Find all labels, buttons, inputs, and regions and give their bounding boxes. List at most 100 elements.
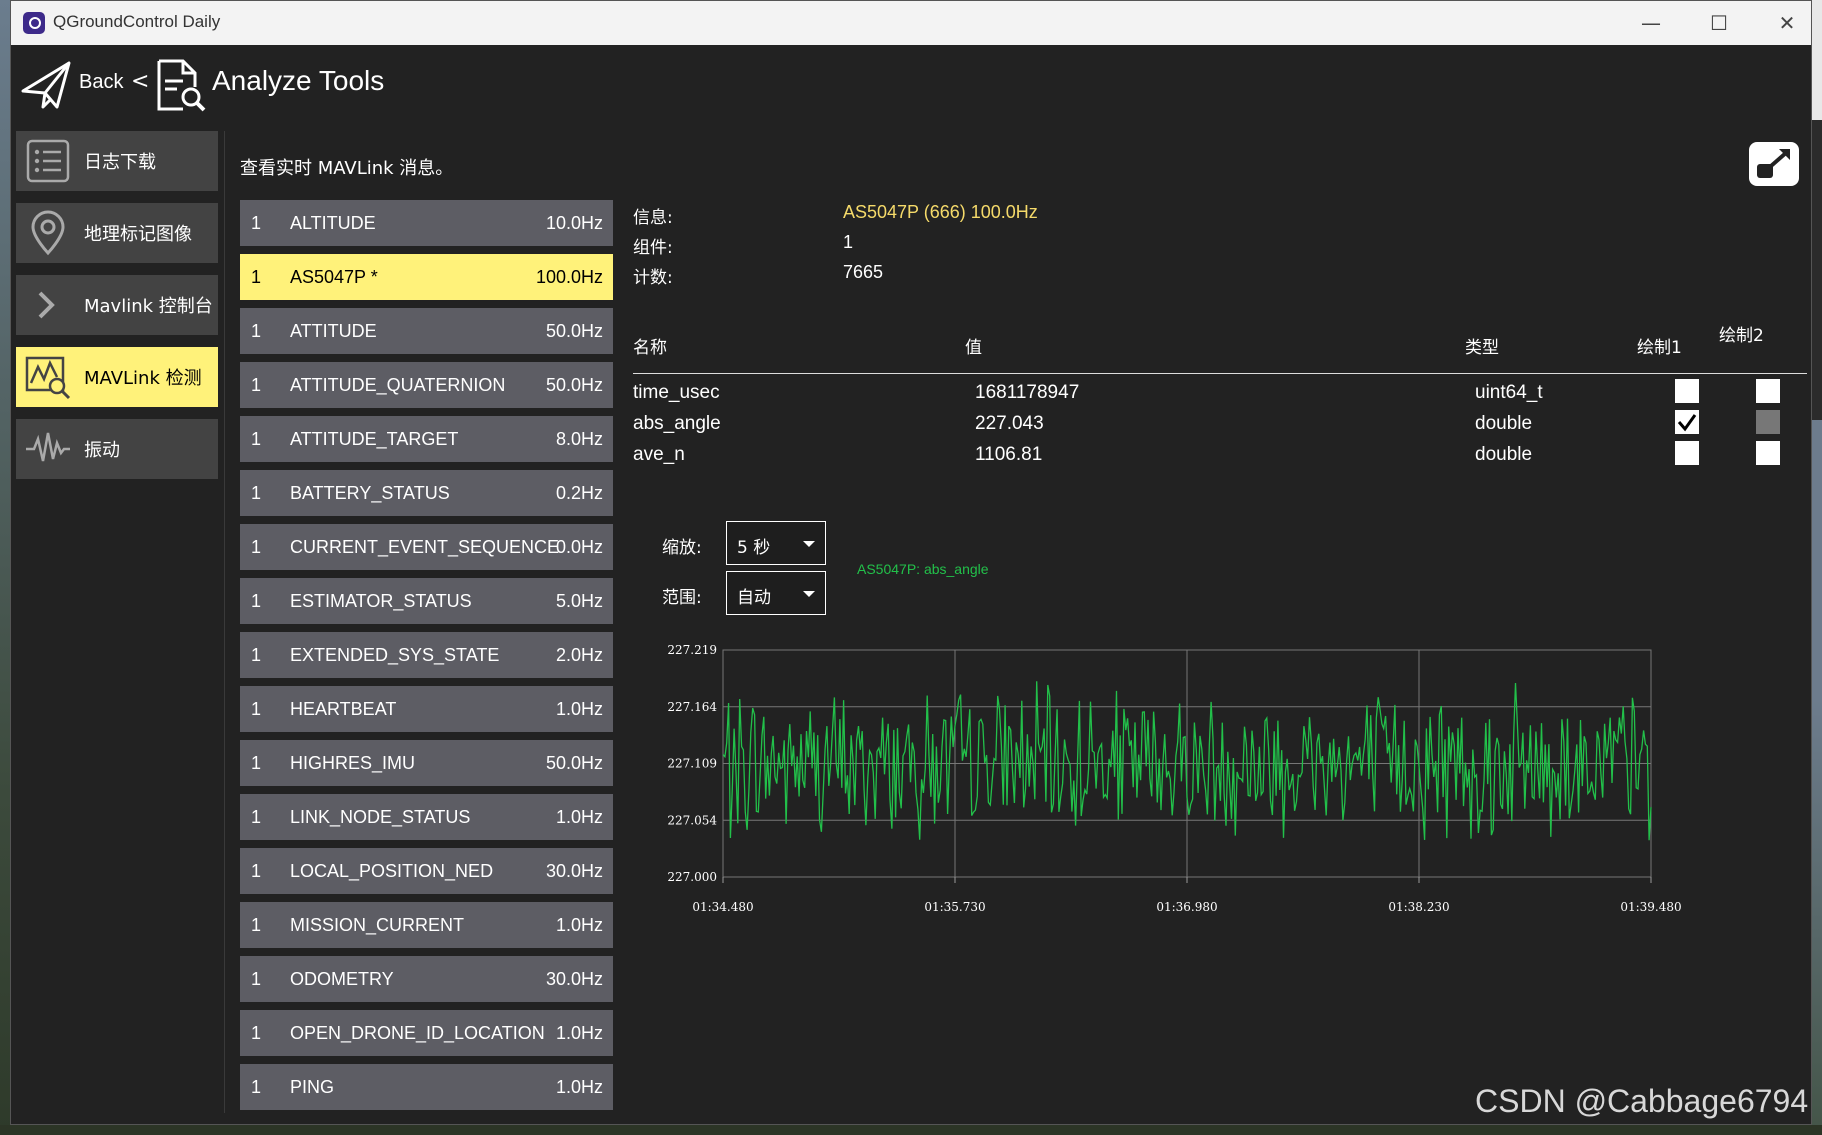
message-rate: 50.0Hz [545, 375, 603, 395]
field-value: 227.043 [975, 413, 1044, 434]
message-component: 1 [251, 591, 262, 611]
message-component: 1 [251, 807, 262, 827]
message-name: ATTITUDE [290, 321, 377, 341]
x-tick-label: 01:36.980 [1156, 900, 1217, 914]
x-tick-label: 01:35.730 [924, 900, 985, 914]
message-row[interactable]: 1 ESTIMATOR_STATUS 5.0Hz [240, 578, 613, 624]
sidebar-item-label: Mavlink 控制台 [84, 296, 213, 317]
range-select[interactable]: 自动 [726, 571, 826, 615]
y-tick-label: 227.109 [667, 757, 717, 771]
message-row[interactable]: 1 ATTITUDE_QUATERNION 50.0Hz [240, 362, 613, 408]
plot1-checkbox[interactable] [1675, 441, 1699, 465]
message-rate: 1.0Hz [555, 699, 603, 719]
message-row[interactable]: 1 ODOMETRY 30.0Hz [240, 956, 613, 1002]
message-row[interactable]: 1 BATTERY_STATUS 0.2Hz [240, 470, 613, 516]
message-row[interactable]: 1 OPEN_DRONE_ID_LOCATION 1.0Hz [240, 1010, 613, 1056]
message-component: 1 [251, 753, 262, 773]
desktop-background-right [1812, 0, 1822, 1135]
sidebar-item-mavlink-inspector[interactable]: MAVLink 检测 [16, 347, 218, 407]
qgc-app-icon [23, 12, 45, 34]
sidebar-item-log-download[interactable]: 日志下载 [16, 131, 218, 191]
message-name: LOCAL_POSITION_NED [290, 861, 494, 881]
field-value: 1106.81 [975, 444, 1043, 465]
y-tick-label: 227.164 [667, 700, 717, 714]
count-value: 7665 [843, 262, 884, 282]
y-tick-label: 227.054 [667, 813, 717, 827]
field-name: time_usec [633, 382, 720, 403]
range-select-value: 自动 [737, 588, 771, 608]
back-button[interactable]: Back [79, 71, 123, 94]
column-header-type: 类型 [1465, 338, 1499, 358]
map-pin-icon [31, 210, 65, 256]
plot2-checkbox[interactable] [1756, 379, 1780, 403]
message-name: AS5047P * [290, 267, 378, 287]
plot2-checkbox[interactable] [1756, 441, 1780, 465]
message-row[interactable]: 1 ATTITUDE_TARGET 8.0Hz [240, 416, 613, 462]
message-row[interactable]: 1 MISSION_CURRENT 1.0Hz [240, 902, 613, 948]
mavlink-plot: 227.219 227.164 227.109 227.054 227.000 01:34… [667, 643, 1681, 914]
message-name: OPEN_DRONE_ID_LOCATION [290, 1023, 545, 1043]
sidebar-item-mavlink-console[interactable]: Mavlink 控制台 [16, 275, 218, 335]
paper-plane-icon[interactable] [19, 57, 75, 113]
breadcrumb-separator: < [131, 69, 150, 94]
message-row[interactable]: 1 HIGHRES_IMU 50.0Hz [240, 740, 613, 786]
message-name: HEARTBEAT [290, 699, 397, 719]
message-name: BATTERY_STATUS [290, 483, 450, 503]
message-name: ESTIMATOR_STATUS [290, 591, 472, 611]
message-info-label: 信息: [633, 208, 673, 228]
message-component: 1 [251, 429, 262, 449]
message-row[interactable]: 1 EXTENDED_SYS_STATE 2.0Hz [240, 632, 613, 678]
message-component: 1 [251, 861, 262, 881]
message-row[interactable]: 1 PING 1.0Hz [240, 1064, 613, 1110]
sidebar-item-geotag[interactable]: 地理标记图像 [16, 203, 218, 263]
field-type: double [1475, 444, 1533, 465]
plot1-checkbox[interactable] [1675, 410, 1699, 434]
series-legend: AS5047P: abs_angle [857, 561, 989, 577]
minimize-button[interactable]: — [1621, 5, 1681, 41]
column-header-value: 值 [965, 338, 982, 358]
field-value: 1681178947 [975, 382, 1080, 403]
message-row[interactable]: 1 HEARTBEAT 1.0Hz [240, 686, 613, 732]
message-row[interactable]: 1 LOCAL_POSITION_NED 30.0Hz [240, 848, 613, 894]
message-rate: 1.0Hz [555, 1023, 603, 1043]
message-rate: 30.0Hz [545, 861, 603, 881]
count-label: 计数: [633, 268, 673, 288]
sidebar-item-label: 振动 [84, 440, 120, 461]
watermark-text: CSDN @Cabbage6794 [1475, 1083, 1809, 1119]
component-value: 1 [843, 232, 854, 252]
message-rate: 1.0Hz [555, 807, 603, 827]
message-row[interactable]: 1 LINK_NODE_STATUS 1.0Hz [240, 794, 613, 840]
message-row[interactable]: 1 CURRENT_EVENT_SEQUENCE 0.0Hz [240, 524, 613, 570]
maximize-button[interactable]: ☐ [1689, 5, 1749, 41]
y-tick-label: 227.219 [667, 643, 717, 657]
message-name: PING [290, 1077, 335, 1097]
analyze-document-icon [157, 59, 206, 112]
message-rate: 1.0Hz [555, 915, 603, 935]
message-component: 1 [251, 645, 262, 665]
message-row[interactable]: 1 AS5047P * 100.0Hz [240, 254, 613, 300]
sidebar-item-vibration[interactable]: 振动 [16, 419, 218, 479]
close-button[interactable]: ✕ [1757, 5, 1811, 41]
taskbar-strip [0, 1125, 1822, 1135]
chevron-down-icon [803, 541, 815, 547]
message-rate: 10.0Hz [545, 213, 603, 233]
message-row[interactable]: 1 ATTITUDE 50.0Hz [240, 308, 613, 354]
column-header-plot2: 绘制2 [1719, 326, 1764, 346]
message-rate: 1.0Hz [555, 1077, 603, 1097]
plot1-checkbox[interactable] [1675, 379, 1699, 403]
sidebar-item-label: MAVLink 检测 [84, 368, 202, 389]
y-tick-label: 227.000 [667, 870, 717, 884]
field-type: uint64_t [1475, 382, 1543, 403]
popout-button[interactable] [1749, 142, 1799, 186]
zoom-select[interactable]: 5 秒 [726, 521, 826, 565]
message-rate: 30.0Hz [545, 969, 603, 989]
message-row[interactable]: 1 ALTITUDE 10.0Hz [240, 200, 613, 246]
message-component: 1 [251, 321, 262, 341]
message-rate: 50.0Hz [545, 753, 603, 773]
title-bar: QGroundControl Daily — ☐ ✕ [11, 1, 1811, 45]
column-header-name: 名称 [633, 338, 667, 358]
vibration-icon [26, 432, 70, 462]
message-name: EXTENDED_SYS_STATE [290, 645, 500, 665]
zoom-label: 缩放: [662, 538, 702, 558]
message-name: HIGHRES_IMU [290, 753, 416, 773]
